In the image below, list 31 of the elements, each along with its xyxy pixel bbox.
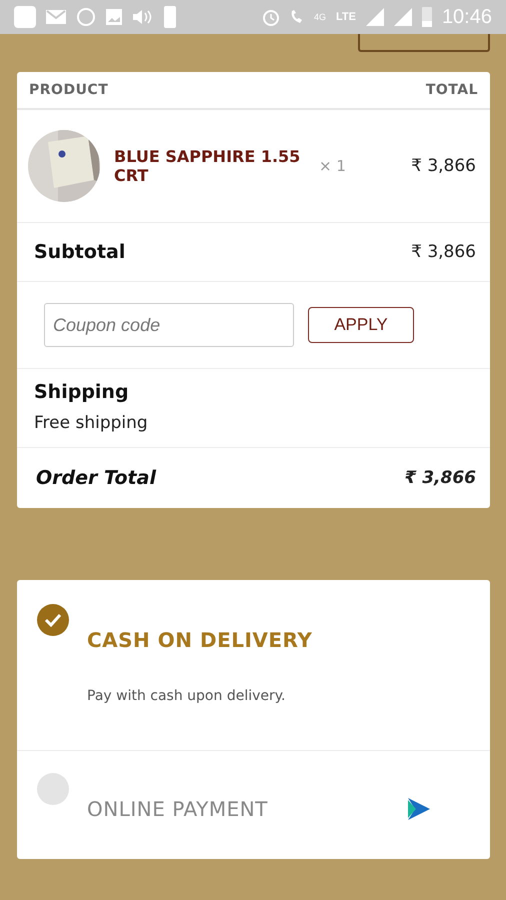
volume-icon: [132, 9, 154, 25]
signal-icon: [366, 8, 384, 26]
radio-button[interactable]: [37, 773, 69, 805]
subtotal-value: ₹ 3,866: [411, 242, 476, 262]
mail-icon: [46, 10, 66, 24]
call-icon: [290, 9, 304, 25]
product-name: BLUE SAPPHIRE 1.55 CRT: [114, 147, 302, 185]
shipping-value: Free shipping: [34, 413, 149, 433]
checked-radio[interactable]: [37, 604, 69, 636]
app-icon: [14, 6, 36, 28]
image-icon: [106, 9, 122, 25]
signal-icon: [394, 8, 412, 26]
order-total-value: ₹ 3,866: [404, 468, 476, 488]
chat-icon: [76, 7, 96, 27]
battery-icon: [422, 7, 432, 27]
alarm-icon: [262, 8, 280, 26]
payment-method-title[interactable]: ONLINE PAYMENT: [87, 797, 268, 821]
product-quantity: × 1: [319, 157, 346, 175]
cut-off-button[interactable]: [358, 34, 490, 52]
product-total: ₹ 3,866: [411, 156, 476, 176]
column-header: PRODUCT: [29, 82, 108, 98]
coupon-field[interactable]: Coupon code: [44, 303, 294, 347]
payment-method-title[interactable]: CASH ON DELIVERY: [87, 628, 312, 652]
order-total-label: Order Total: [36, 467, 156, 489]
payment-description: Pay with cash upon delivery.: [87, 688, 286, 704]
column-header: TOTAL: [426, 82, 478, 98]
check-icon: [44, 613, 62, 627]
shipping-label: Shipping: [34, 381, 130, 403]
subtotal-label: Subtotal: [34, 241, 126, 263]
phone-icon: [164, 6, 176, 28]
apply-button[interactable]: APPLY: [308, 307, 414, 343]
